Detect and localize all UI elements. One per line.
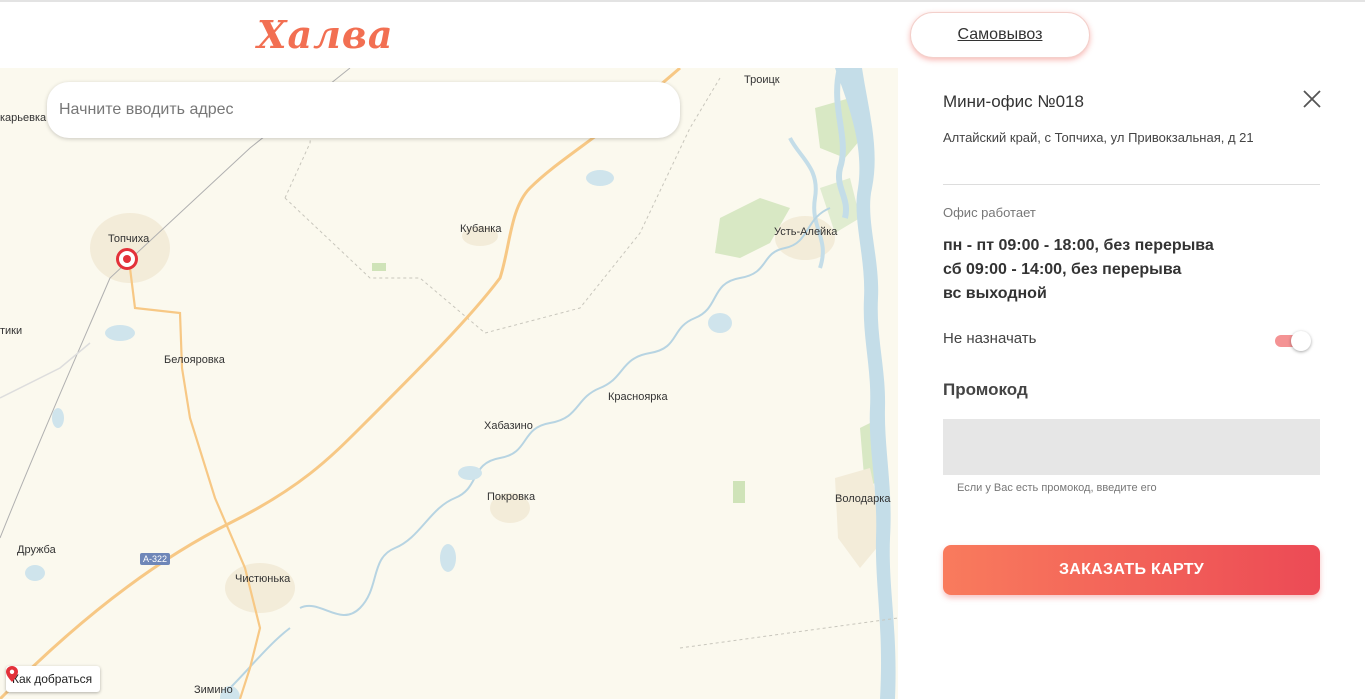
address-search-input[interactable] <box>59 101 680 119</box>
route-label: Как добраться <box>12 672 93 686</box>
divider <box>943 184 1320 185</box>
office-hours: пн - пт 09:00 - 18:00, без перерыва сб 0… <box>943 234 1214 306</box>
place-label: Зимино <box>194 684 233 696</box>
place-label: Красноярка <box>608 391 668 403</box>
place-label: Белояровка <box>164 354 225 366</box>
map[interactable]: карьевка Троицк Топчиха Кубанка Усть-Але… <box>0 68 898 699</box>
road-badge: А-322 <box>140 553 171 565</box>
place-label: Покровка <box>487 491 536 503</box>
place-label: Дружба <box>17 544 56 556</box>
place-label: Топчиха <box>108 233 150 245</box>
assign-toggle[interactable] <box>1273 330 1311 351</box>
address-search[interactable] <box>47 82 680 138</box>
hours-label: Офис работает <box>943 205 1036 220</box>
route-button[interactable]: Как добраться <box>6 666 101 692</box>
header: Халва Самовывоз <box>0 2 1365 68</box>
place-label: карьевка <box>0 112 47 124</box>
office-marker[interactable] <box>116 248 138 270</box>
place-label: тики <box>0 325 23 337</box>
place-label: Володарка <box>835 493 891 505</box>
hours-sunday: вс выходной <box>943 285 1047 302</box>
office-title: Мини-офис №018 <box>943 92 1084 111</box>
marker-dot <box>123 255 131 263</box>
place-label: Усть-Алейка <box>774 226 838 238</box>
close-icon[interactable] <box>1301 88 1323 110</box>
place-label: Хабазино <box>484 420 533 432</box>
promo-label: Промокод <box>943 380 1028 399</box>
hours-weekdays: пн - пт 09:00 - 18:00, без перерыва <box>943 237 1214 254</box>
promo-hint: Если у Вас есть промокод, введите его <box>957 482 1157 494</box>
map-pin-icon <box>6 666 18 682</box>
hours-saturday: сб 09:00 - 14:00, без перерыва <box>943 261 1182 278</box>
order-card-button[interactable]: ЗАКАЗАТЬ КАРТУ <box>943 545 1320 595</box>
place-label: Троицк <box>744 74 780 86</box>
place-label: Чистюнька <box>235 573 291 585</box>
place-label: Кубанка <box>460 223 502 235</box>
map-canvas <box>0 68 898 699</box>
logo[interactable]: Халва <box>257 12 394 57</box>
toggle-knob <box>1291 331 1311 351</box>
pickup-button[interactable]: Самовывоз <box>910 12 1090 58</box>
office-address: Алтайский край, с Топчиха, ул Привокзаль… <box>943 130 1254 145</box>
toggle-label: Не назначать <box>943 330 1037 347</box>
promo-input[interactable] <box>943 419 1320 475</box>
office-panel: Мини-офис №018 Алтайский край, с Топчиха… <box>898 68 1365 699</box>
